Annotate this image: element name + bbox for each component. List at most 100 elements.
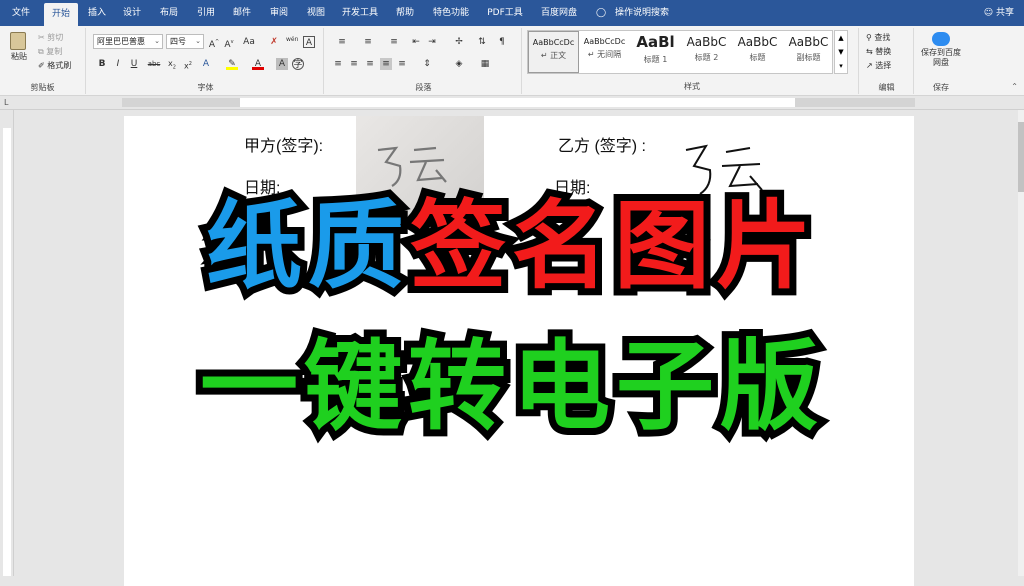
cursor-icon: ↗ bbox=[866, 61, 873, 70]
bold-icon[interactable]: B bbox=[96, 58, 108, 70]
font-group: 阿里巴巴普惠 ⌄ 四号 ⌄ A^ Av Aa ✗ wén A B I U abc x… bbox=[88, 28, 324, 94]
clear-formatting-icon[interactable]: ✗ bbox=[268, 36, 280, 48]
multilevel-list-icon[interactable]: ≡ bbox=[384, 36, 404, 48]
copy-icon: ⧉ bbox=[38, 47, 44, 56]
tab-home[interactable]: 开始 bbox=[44, 3, 78, 26]
tab-view[interactable]: 视图 bbox=[300, 0, 332, 26]
select-button[interactable]: ↗ 选择 bbox=[866, 60, 891, 71]
paste-button[interactable]: 粘贴 bbox=[6, 32, 32, 61]
style-name: ↵ 无间隔 bbox=[587, 50, 622, 59]
style-subtitle[interactable]: AaBbC 副标题 bbox=[783, 31, 834, 73]
bullets-icon[interactable]: ≡ bbox=[332, 36, 352, 48]
select-label: 选择 bbox=[875, 61, 892, 70]
tab-help[interactable]: 帮助 bbox=[388, 0, 422, 26]
tab-review[interactable]: 审阅 bbox=[262, 0, 296, 26]
shrink-font-icon[interactable]: Av bbox=[223, 36, 235, 50]
copy-button[interactable]: ⧉ 复制 bbox=[38, 46, 62, 57]
share-label: 共享 bbox=[995, 8, 1014, 18]
scrollbar-thumb[interactable] bbox=[1018, 122, 1024, 192]
chinese-layout-icon[interactable]: ✢ bbox=[450, 36, 468, 48]
party-a-label: 甲方(签字): bbox=[244, 138, 324, 155]
styles-scroll[interactable]: ▲ ▼ ▾ bbox=[834, 30, 848, 74]
format-painter-button[interactable]: ✐ 格式刷 bbox=[38, 60, 71, 71]
cut-button[interactable]: ✂ 剪切 bbox=[38, 32, 63, 43]
share-button[interactable]: ☺ 共享 bbox=[984, 0, 1014, 26]
style-title[interactable]: AaBbC 标题 bbox=[732, 31, 783, 73]
ruler-margin-right bbox=[795, 98, 915, 107]
tab-design[interactable]: 设计 bbox=[116, 0, 148, 26]
style-heading-2[interactable]: AaBbC 标题 2 bbox=[681, 31, 732, 73]
distributed-icon[interactable]: ≡ bbox=[396, 58, 408, 70]
tab-baidu-netdisk[interactable]: 百度网盘 bbox=[534, 0, 584, 26]
tab-mailings[interactable]: 邮件 bbox=[226, 0, 258, 26]
superscript-icon[interactable]: x2 bbox=[182, 58, 194, 71]
overlay-blue-text: 纸质 bbox=[199, 190, 411, 302]
tab-references[interactable]: 引用 bbox=[190, 0, 222, 26]
save-group: 保存到百度网盘 保存 bbox=[916, 28, 966, 94]
font-color-icon[interactable]: A bbox=[252, 58, 264, 70]
person-icon: ☺ bbox=[983, 8, 994, 18]
change-case-icon[interactable]: Aa bbox=[240, 36, 258, 48]
more-icon[interactable]: ▾ bbox=[835, 59, 847, 73]
tab-pdf-tools[interactable]: PDF工具 bbox=[480, 0, 530, 26]
styles-group-label: 样式 bbox=[684, 82, 700, 91]
copy-label: 复制 bbox=[46, 47, 63, 56]
italic-icon[interactable]: I bbox=[112, 58, 124, 70]
find-button[interactable]: ⚲ 查找 bbox=[866, 32, 890, 43]
show-marks-icon[interactable]: ¶ bbox=[496, 36, 508, 48]
underline-icon[interactable]: U bbox=[128, 58, 140, 70]
strikethrough-icon[interactable]: abc bbox=[146, 58, 162, 70]
numbering-icon[interactable]: ≡ bbox=[358, 36, 378, 48]
tell-me-search[interactable]: ◯ 操作说明搜索 bbox=[596, 0, 669, 26]
tab-layout[interactable]: 布局 bbox=[152, 0, 186, 26]
font-group-label: 字体 bbox=[197, 83, 214, 92]
style-name: 副标题 bbox=[796, 53, 821, 62]
clipboard-icon bbox=[10, 32, 26, 50]
collapse-ribbon-icon[interactable]: ⌃ bbox=[1011, 82, 1018, 91]
style-no-spacing[interactable]: AaBbCcDc ↵ 无间隔 bbox=[579, 31, 630, 73]
save-to-baidu-button[interactable]: 保存到百度网盘 bbox=[920, 32, 962, 68]
borders-icon[interactable]: ▦ bbox=[476, 58, 494, 70]
grow-font-icon[interactable]: A^ bbox=[208, 36, 220, 50]
line-spacing-icon[interactable]: ⇕ bbox=[418, 58, 436, 70]
cloud-icon bbox=[932, 32, 950, 46]
phonetic-guide-icon[interactable]: wén bbox=[286, 34, 298, 46]
font-size-select[interactable]: 四号 ⌄ bbox=[166, 34, 204, 49]
subscript-icon[interactable]: x2 bbox=[166, 58, 178, 71]
replace-button[interactable]: ⇆ 替换 bbox=[866, 46, 891, 57]
shading-icon[interactable]: ◈ bbox=[450, 58, 468, 70]
style-preview: AaBbC bbox=[788, 35, 829, 49]
ribbon-tab-bar: 文件 开始 插入 设计 布局 引用 邮件 审阅 视图 开发工具 帮助 特色功能 … bbox=[0, 0, 1024, 26]
highlight-icon[interactable]: ✎ bbox=[226, 58, 238, 70]
enclose-characters-icon[interactable]: 字 bbox=[292, 58, 304, 70]
chevron-down-icon[interactable]: ▼ bbox=[835, 45, 847, 59]
character-shading-icon[interactable]: A bbox=[276, 58, 288, 70]
style-normal[interactable]: AaBbCcDc ↵ 正文 bbox=[528, 31, 579, 73]
text-effects-icon[interactable]: A bbox=[200, 58, 212, 70]
chevron-down-icon: ⌄ bbox=[154, 37, 160, 45]
decrease-indent-icon[interactable]: ⇤ bbox=[410, 36, 422, 48]
tab-developer[interactable]: 开发工具 bbox=[336, 0, 384, 26]
font-name-value: 阿里巴巴普惠 bbox=[97, 37, 145, 46]
align-center-icon[interactable]: ≡ bbox=[348, 58, 360, 70]
character-border-icon[interactable]: A bbox=[303, 36, 315, 48]
increase-indent-icon[interactable]: ⇥ bbox=[426, 36, 438, 48]
overlay-red-text: 签名图片 bbox=[403, 190, 819, 302]
paintbrush-icon: ✐ bbox=[38, 61, 45, 70]
format-painter-label: 格式刷 bbox=[47, 61, 72, 70]
align-left-icon[interactable]: ≡ bbox=[332, 58, 344, 70]
sort-icon[interactable]: ⇅ bbox=[476, 36, 488, 48]
paragraph-group: ≡ ≡ ≡ ⇤ ⇥ ✢ ⇅ ¶ ≡ ≡ ≡ ≡ ≡ ⇕ ◈ ▦ 段落 bbox=[326, 28, 522, 94]
tab-selector-icon[interactable]: L bbox=[4, 98, 8, 107]
tab-file[interactable]: 文件 bbox=[4, 0, 38, 26]
tab-insert[interactable]: 插入 bbox=[82, 0, 112, 26]
align-right-icon[interactable]: ≡ bbox=[364, 58, 376, 70]
chevron-up-icon[interactable]: ▲ bbox=[835, 31, 847, 45]
style-heading-1[interactable]: AaBl 标题 1 bbox=[630, 31, 681, 73]
tab-special-features[interactable]: 特色功能 bbox=[426, 0, 476, 26]
justify-icon[interactable]: ≡ bbox=[380, 58, 392, 70]
font-name-select[interactable]: 阿里巴巴普惠 ⌄ bbox=[93, 34, 163, 49]
style-preview: AaBbC bbox=[737, 35, 778, 49]
chevron-down-icon: ⌄ bbox=[195, 37, 201, 45]
horizontal-ruler[interactable]: L bbox=[0, 96, 1024, 110]
